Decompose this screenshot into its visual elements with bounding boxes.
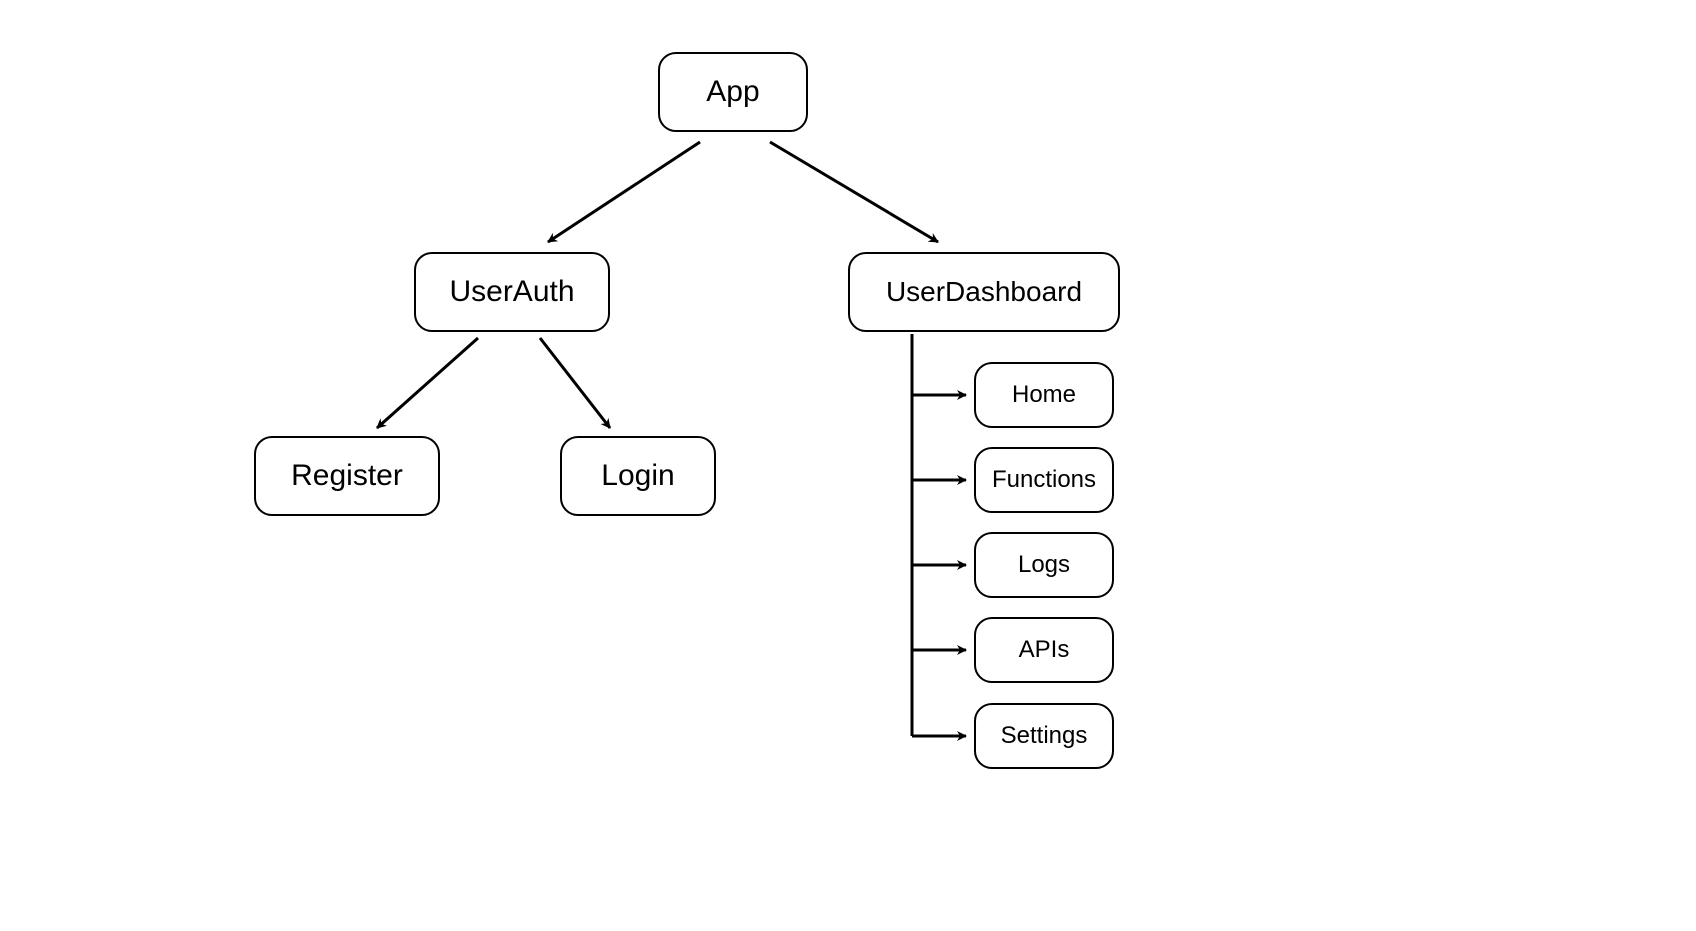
- node-logs: Logs: [974, 532, 1114, 598]
- node-apis-label: APIs: [1019, 636, 1070, 664]
- node-userdashboard: UserDashboard: [848, 252, 1120, 332]
- component-tree-diagram: App UserAuth Register Login UserDashboar…: [0, 0, 1696, 931]
- node-userauth: UserAuth: [414, 252, 610, 332]
- node-home-label: Home: [1012, 381, 1076, 409]
- node-login: Login: [560, 436, 716, 516]
- node-apis: APIs: [974, 617, 1114, 683]
- node-userdashboard-label: UserDashboard: [886, 276, 1082, 308]
- node-app-label: App: [706, 75, 759, 109]
- node-functions: Functions: [974, 447, 1114, 513]
- node-logs-label: Logs: [1018, 551, 1070, 579]
- node-register: Register: [254, 436, 440, 516]
- node-register-label: Register: [291, 459, 403, 493]
- node-home: Home: [974, 362, 1114, 428]
- node-userauth-label: UserAuth: [449, 275, 574, 309]
- node-settings: Settings: [974, 703, 1114, 769]
- node-settings-label: Settings: [1001, 722, 1088, 750]
- node-functions-label: Functions: [992, 466, 1096, 494]
- node-login-label: Login: [601, 459, 674, 493]
- node-app: App: [658, 52, 808, 132]
